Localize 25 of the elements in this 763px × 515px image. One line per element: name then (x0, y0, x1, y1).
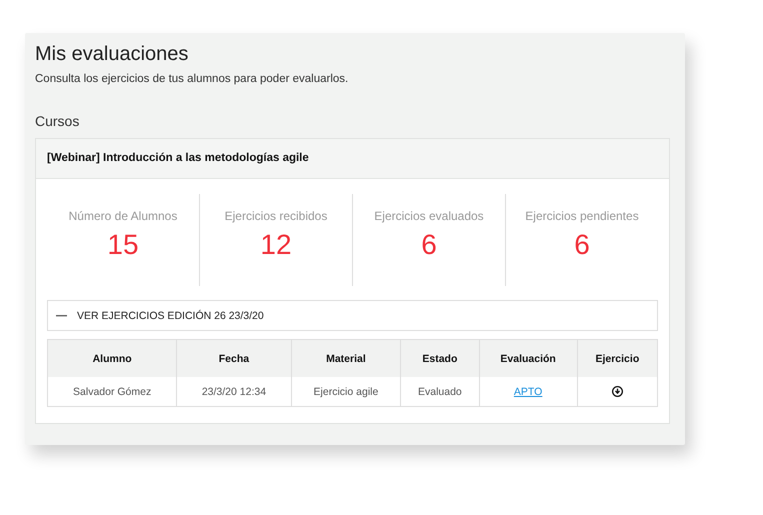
table-cell: Evaluado (400, 377, 480, 406)
table-cell: Salvador Gómez (48, 377, 177, 406)
column-header: Estado (400, 340, 480, 377)
stat-label: Número de Alumnos (68, 209, 178, 223)
table-cell: Ejercicio agile (291, 377, 401, 406)
stat-value: 6 (574, 229, 590, 261)
stat-label: Ejercicios recibidos (224, 209, 328, 223)
evaluation-link[interactable]: APTO (514, 386, 542, 398)
stat-value: 12 (260, 229, 292, 261)
stat-label: Ejercicios pendientes (525, 209, 639, 223)
column-header: Fecha (176, 340, 292, 377)
download-icon[interactable] (612, 386, 623, 398)
column-header: Ejercicio (577, 340, 658, 377)
page-subtitle: Consulta los ejercicios de tus alumnos para poder evaluarlos. (35, 73, 350, 85)
stat-value: 15 (107, 229, 139, 261)
column-header: Alumno (48, 340, 177, 377)
edition-toggle[interactable]: VER EJERCICIOS EDICIÓN 26 23/3/20 (47, 300, 658, 331)
column-header: Material (291, 340, 401, 377)
course-title: [Webinar] Introducción a las metodologías agile (36, 139, 669, 179)
page-title: Mis evaluaciones (35, 42, 190, 67)
table-cell: 23/3/20 12:34 (176, 377, 292, 406)
stat-value: 6 (421, 229, 437, 261)
section-title: Cursos (35, 113, 80, 129)
stat-label: Ejercicios evaluados (374, 209, 484, 223)
column-header: Evaluación (479, 340, 578, 377)
